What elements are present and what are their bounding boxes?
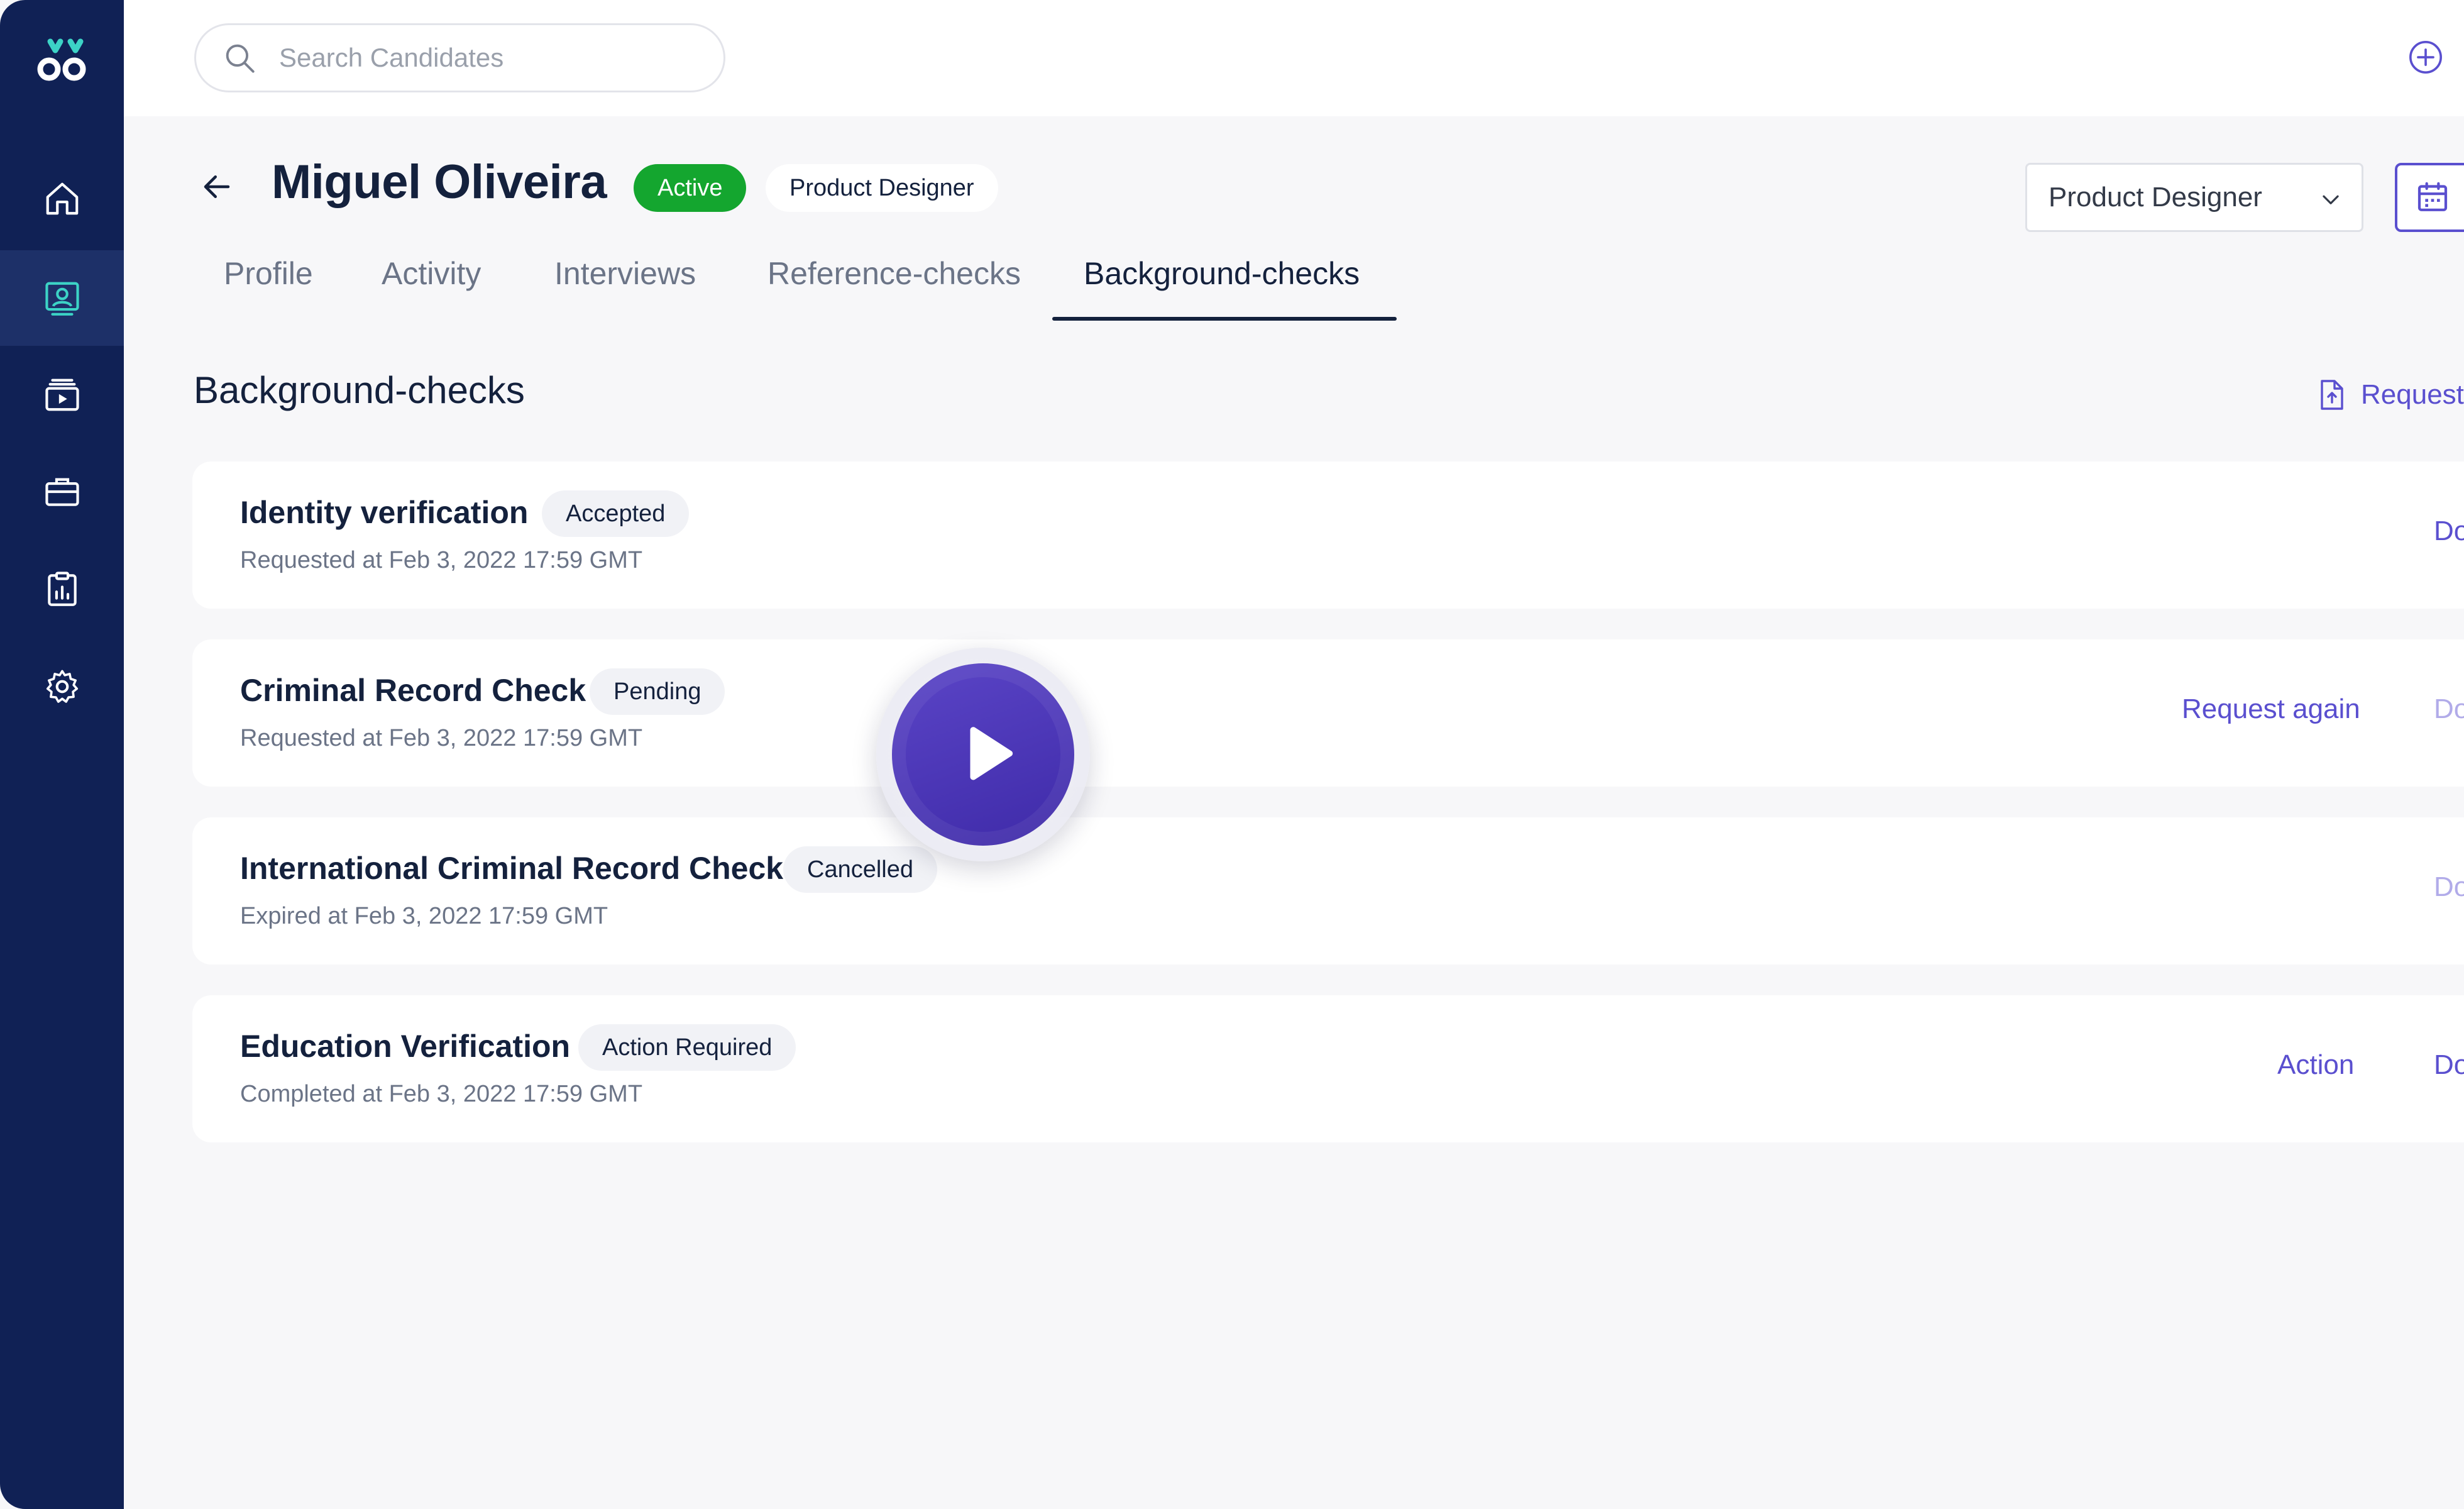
top-bar [124,0,2464,116]
role-select[interactable]: Product Designer [2025,163,2363,232]
search-box[interactable] [194,23,725,92]
tab-reference-checks[interactable]: Reference-checks [767,255,1021,292]
candidate-name: Miguel Oliveira [272,155,607,209]
gear-icon [46,670,78,703]
search-icon [226,44,255,73]
action-link[interactable]: Action [2277,1049,2354,1081]
document-link[interactable]: Do [2434,694,2464,725]
sidebar-item-reports[interactable] [0,541,124,636]
document-link[interactable]: Do [2434,1049,2464,1081]
document-link[interactable]: Do [2434,871,2464,903]
sidebar [0,0,124,1509]
check-title: Education Verification [240,1029,571,1064]
tab-background-checks[interactable]: Background-checks [1084,255,1360,292]
status-badge: Active [634,164,747,212]
check-subtitle: Requested at Feb 3, 2022 17:59 GMT [240,547,643,573]
check-card: International Criminal Record Check Canc… [192,817,2464,965]
role-badge: Product Designer [766,164,998,212]
check-subtitle: Expired at Feb 3, 2022 17:59 GMT [240,903,608,929]
play-icon [970,727,1013,780]
check-card: Identity verification Accepted Requested… [192,462,2464,609]
video-play-button[interactable] [876,648,1090,861]
calendar-button[interactable] [2395,163,2464,232]
briefcase-icon [45,478,79,506]
play-button-inner [892,663,1074,846]
sidebar-item-candidates[interactable] [0,250,124,346]
candidate-card-icon [45,282,79,316]
tab-profile[interactable]: Profile [224,255,313,292]
add-circle-icon[interactable] [2407,39,2444,75]
sidebar-item-home[interactable] [0,151,124,246]
check-card: Education Verification Action Required C… [192,995,2464,1142]
check-title: International Criminal Record Check [240,851,784,886]
active-tab-indicator [1052,317,1397,321]
check-status-badge: Action Required [578,1024,796,1071]
video-stack-icon [45,379,79,411]
search-input[interactable] [279,43,681,73]
section-title: Background-checks [194,369,525,411]
calendar-icon [2417,182,2448,211]
tab-interviews[interactable]: Interviews [554,255,696,292]
tab-activity[interactable]: Activity [382,255,481,292]
home-icon [46,182,78,215]
request-button[interactable]: Request [2317,376,2464,414]
check-status-badge: Pending [590,668,725,715]
check-card: Criminal Record Check Pending Requested … [192,639,2464,787]
check-status-badge: Accepted [542,490,690,537]
brand-logo[interactable] [36,36,89,87]
check-status-badge: Cancelled [783,846,937,893]
file-upload-icon [2321,380,2343,410]
request-again-link[interactable]: Request again [2182,694,2360,725]
role-select-value: Product Designer [2049,182,2262,213]
check-subtitle: Requested at Feb 3, 2022 17:59 GMT [240,725,643,751]
sidebar-item-interviews[interactable] [0,347,124,443]
back-arrow-icon[interactable] [200,170,234,204]
sidebar-item-jobs[interactable] [0,444,124,539]
check-title: Criminal Record Check [240,673,586,708]
sidebar-item-settings[interactable] [0,639,124,734]
document-link[interactable]: Do [2434,516,2464,547]
chevron-down-icon [2323,195,2339,204]
request-label: Request [2361,379,2464,410]
check-title: Identity verification [240,495,529,530]
check-subtitle: Completed at Feb 3, 2022 17:59 GMT [240,1081,643,1107]
clipboard-chart-icon [47,572,77,606]
